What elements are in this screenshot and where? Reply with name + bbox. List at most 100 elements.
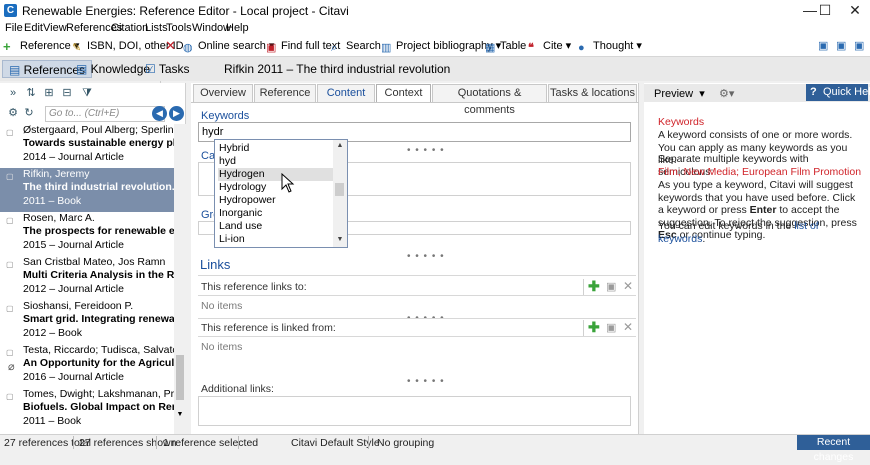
- project-bibliography-button[interactable]: ▥ Project bibliography ▾: [381, 39, 501, 54]
- list-item[interactable]: ▢ Rosen, Marc A. The prospects for renew…: [0, 212, 174, 256]
- nav-tab-tasks[interactable]: ☑ Tasks: [139, 60, 196, 78]
- tab-reference[interactable]: Reference: [254, 84, 316, 102]
- hierarchy-icon[interactable]: ⊞: [42, 86, 56, 100]
- menu-view[interactable]: View: [43, 22, 67, 34]
- add-link-icon[interactable]: ✚: [588, 319, 600, 336]
- settings-icon[interactable]: ⚙: [6, 106, 20, 120]
- remove-link-icon[interactable]: ✕: [623, 279, 633, 293]
- menu-lists[interactable]: Lists: [145, 22, 168, 34]
- scroll-down-icon[interactable]: ▼: [174, 411, 186, 421]
- layout-3-icon[interactable]: ▣: [854, 39, 864, 53]
- citation-style[interactable]: Citavi Default Style: [291, 437, 380, 449]
- sort-icon[interactable]: ⇅: [24, 86, 38, 100]
- edit-link-icon[interactable]: ▣: [606, 321, 616, 334]
- reference-list: ▢ Østergaard, Poul Alberg; Sperling, Kar…: [0, 124, 174, 434]
- recent-changes-button[interactable]: Recent changes: [797, 435, 870, 463]
- table-button[interactable]: ▦ Table: [485, 39, 526, 54]
- search-button[interactable]: ⌕ Search: [331, 39, 381, 54]
- scroll-down-icon[interactable]: ▼: [333, 236, 347, 243]
- tab-baseline: [191, 102, 639, 103]
- globe-icon: ◍: [183, 42, 193, 54]
- additional-links-field[interactable]: [198, 396, 631, 426]
- grouping-status[interactable]: No grouping: [377, 437, 434, 449]
- settings-icon[interactable]: ⚙▾: [719, 87, 734, 100]
- reference-marker-icon: ▢: [6, 260, 14, 269]
- suggestion-item[interactable]: Hydrology: [218, 181, 335, 194]
- goto-input[interactable]: Go to... (Ctrl+E): [45, 106, 165, 122]
- filter-icon[interactable]: ⧩: [80, 86, 94, 100]
- tab-quotations-comments[interactable]: Quotations & comments: [432, 84, 547, 116]
- divider: [583, 279, 584, 295]
- status-total: 27 references total: [4, 437, 91, 449]
- maximize-button[interactable]: ☐: [810, 0, 840, 21]
- find-full-text-button[interactable]: ▣ Find full text: [266, 39, 340, 54]
- title-bar: C Renewable Energies: Reference Editor -…: [0, 0, 870, 21]
- help-example: Film; New Media; European Film Promotion: [658, 166, 862, 178]
- list-item-selected[interactable]: ▢ Rifkin, Jeremy The third industrial re…: [0, 168, 174, 212]
- knowledge-icon: ▤: [76, 62, 91, 76]
- layout-2-icon[interactable]: ▣: [836, 39, 846, 53]
- tab-overview[interactable]: Overview: [193, 84, 253, 102]
- suggestion-item-highlighted[interactable]: Hydrogen: [218, 168, 335, 181]
- new-reference-button[interactable]: + Reference ▾: [3, 39, 79, 54]
- scroll-up-icon[interactable]: ▲: [333, 142, 347, 149]
- no-items-text: No items: [201, 300, 243, 312]
- tab-tasks-locations[interactable]: Tasks & locations: [548, 84, 637, 102]
- refresh-icon[interactable]: ↻: [22, 106, 36, 120]
- collapse-panel-icon[interactable]: »: [6, 86, 20, 100]
- resize-grip[interactable]: • • • • •: [407, 376, 445, 387]
- mouse-pointer-icon: [281, 173, 295, 193]
- toolbar: + Reference ▾ ✎ ISBN, DOI, other ID ✕ ◍ Onl…: [0, 36, 870, 89]
- no-items-text: No items: [201, 341, 243, 353]
- references-icon: ▤: [9, 63, 24, 77]
- cite-button[interactable]: ❝ Cite ▾: [528, 39, 571, 54]
- tab-context[interactable]: Context: [376, 84, 431, 103]
- group-icon[interactable]: ⊟: [60, 86, 74, 100]
- list-item[interactable]: ▢ Tomes, Dwight; Lakshmanan, Prakash; So…: [0, 388, 174, 432]
- close-window-button[interactable]: ✕: [840, 0, 870, 21]
- links-heading: Links: [200, 257, 231, 272]
- forward-arrow-icon[interactable]: ▶: [169, 106, 184, 121]
- back-arrow-icon[interactable]: ◀: [152, 106, 167, 121]
- resize-grip[interactable]: • • • • •: [407, 145, 445, 156]
- thought-button[interactable]: ● Thought ▾: [578, 39, 642, 54]
- remove-link-icon[interactable]: ✕: [623, 320, 633, 334]
- add-link-icon[interactable]: ✚: [588, 278, 600, 295]
- status-separator: [238, 436, 239, 449]
- menu-help[interactable]: Help: [226, 22, 249, 34]
- edit-link-icon[interactable]: ▣: [606, 280, 616, 293]
- layout-1-icon[interactable]: ▣: [818, 39, 828, 53]
- resize-grip[interactable]: • • • • •: [407, 251, 445, 262]
- suggestion-item[interactable]: Hydropower: [218, 194, 335, 207]
- menu-edit[interactable]: Edit: [24, 22, 43, 34]
- menu-tools[interactable]: Tools: [166, 22, 192, 34]
- preview-dropdown[interactable]: Preview ▾: [654, 87, 705, 100]
- list-item[interactable]: ▢ Sioshansi, Fereidoon P. Smart grid. In…: [0, 300, 174, 344]
- status-selected: 1 reference selected: [163, 437, 259, 449]
- reference-list-scroll-thumb[interactable]: [176, 355, 184, 400]
- suggestion-item[interactable]: Inorganic: [218, 207, 335, 220]
- tab-content[interactable]: Content: [317, 84, 375, 102]
- list-item[interactable]: ▢ ⌀ Testa, Riccardo; Tudisca, Salvatore …: [0, 344, 174, 388]
- status-separator: [156, 436, 157, 449]
- suggestions-scroll-thumb[interactable]: [335, 183, 344, 196]
- citavi-app-icon: C: [4, 4, 17, 17]
- divider: [198, 295, 636, 296]
- lightbulb-icon: ●: [578, 42, 585, 54]
- menu-file[interactable]: File: [5, 22, 23, 34]
- suggestion-item[interactable]: Li-ion: [218, 233, 335, 246]
- delete-icon[interactable]: ✕: [165, 39, 176, 53]
- suggestion-item[interactable]: Land use: [218, 220, 335, 233]
- reference-marker-icon: ▢: [6, 392, 14, 401]
- divider: [198, 275, 636, 276]
- links-to-label: This reference links to:: [201, 281, 307, 293]
- menu-citation[interactable]: Citation: [111, 22, 148, 34]
- reference-marker-icon: ▢: [6, 348, 14, 357]
- reference-header: Rifkin 2011 – The third industrial revol…: [191, 57, 643, 81]
- quick-help-button[interactable]: ?Quick Help: [806, 84, 870, 101]
- suggestion-item[interactable]: Hybrid: [218, 142, 335, 155]
- suggestion-item[interactable]: hyd: [218, 155, 335, 168]
- list-item[interactable]: ▢ San Cristbal Mateo, Jos Ramn Multi Cri…: [0, 256, 174, 300]
- list-item[interactable]: ▢ Østergaard, Poul Alberg; Sperling, Kar…: [0, 124, 174, 168]
- online-search-button[interactable]: ◍ Online search ▾: [183, 39, 274, 54]
